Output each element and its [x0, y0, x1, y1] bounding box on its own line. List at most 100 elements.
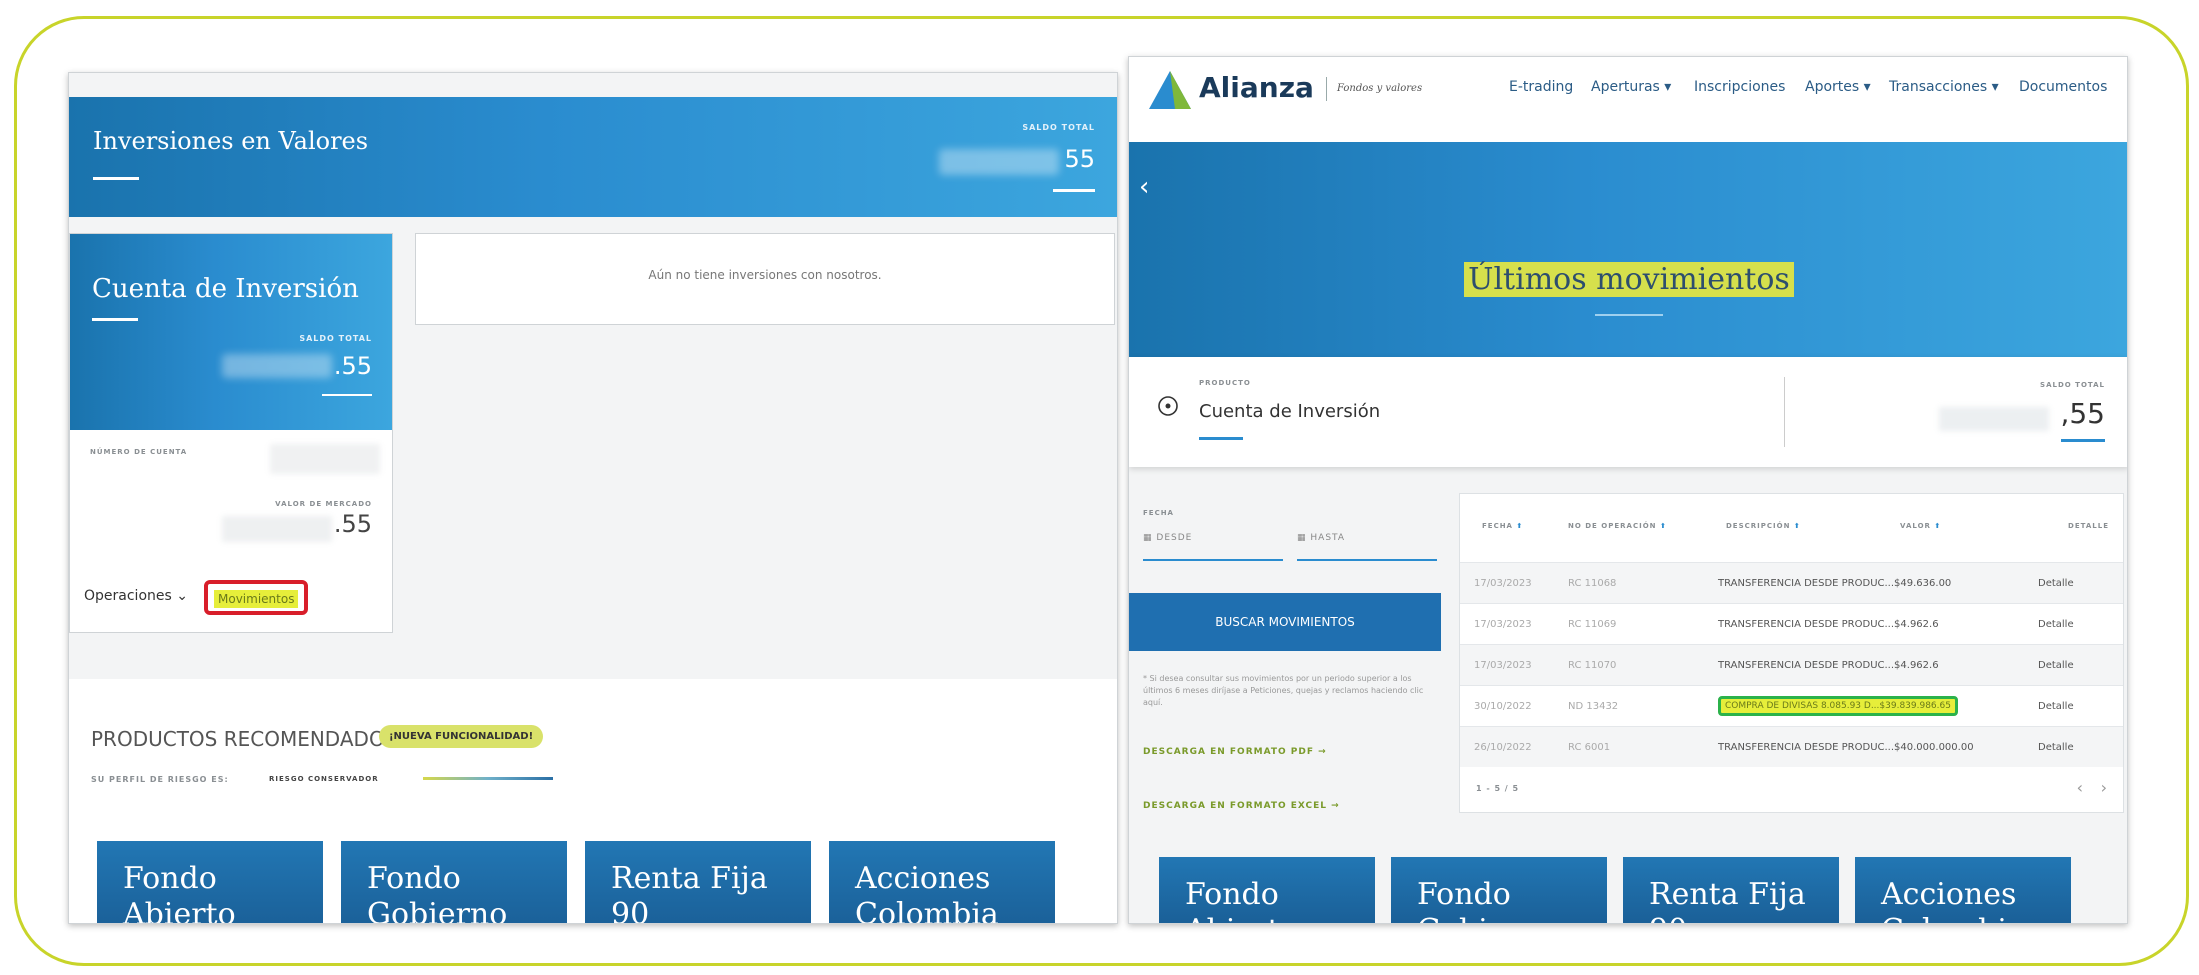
detalle-link[interactable]: Detalle [2018, 726, 2123, 767]
sort-up-icon: ⬆ [1516, 522, 1524, 530]
col-operacion-label: NO DE OPERACIÓN [1568, 522, 1657, 530]
product-card[interactable]: Fondo Gobierno Cash [1391, 857, 1607, 923]
next-page-icon[interactable]: › [2101, 778, 2107, 797]
account-card: Cuenta de Inversión SALDO TOTAL .55 NÚME… [69, 233, 393, 633]
cell-descripcion: TRANSFERENCIA DESDE PRODUC...$4.962.6 [1718, 644, 2018, 686]
download-excel-link[interactable]: DESCARGA EN FORMATO EXCEL → [1143, 801, 1340, 811]
header-saldo-value: 55 [1064, 145, 1095, 173]
product-card-title: Fondo Abierto [123, 861, 236, 924]
cell-descripcion: TRANSFERENCIA DESDE PRODUC...$40.000.000… [1718, 726, 2018, 767]
nav-documentos[interactable]: Documentos [2019, 79, 2107, 95]
col-operacion[interactable]: NO DE OPERACIÓN ⬆ [1568, 522, 1667, 530]
back-chevron-icon[interactable]: ‹ [1139, 172, 1149, 202]
table-row: 26/10/2022 RC 6001 TRANSFERENCIA DESDE P… [1460, 726, 2123, 767]
cell-operacion: ND 13432 [1560, 685, 1718, 727]
brand-tagline: Fondos y valores [1337, 83, 1423, 94]
recommended-products: PRODUCTOS RECOMENDADOS ¡NUEVA FUNCIONALI… [69, 679, 1117, 924]
product-summary-bar: PRODUCTO Cuenta de Inversión SALDO TOTAL… [1129, 357, 2127, 467]
cell-descripcion-highlight: COMPRA DE DIVISAS 8.085.93 D...$39.839.9… [1718, 685, 2018, 727]
product-card-title: Renta Fija 90 [1649, 877, 1806, 923]
fecha-label: FECHA [1143, 509, 1174, 517]
nav-transacciones[interactable]: Transacciones ▾ [1889, 79, 1999, 95]
cell-descripcion: TRANSFERENCIA DESDE PRODUC...$4.962.6 [1718, 603, 2018, 645]
product-card[interactable]: Renta Fija 90 [585, 841, 811, 923]
movimientos-link[interactable]: Movimientos [214, 590, 299, 608]
col-valor[interactable]: VALOR ⬆ [1900, 522, 1941, 530]
download-pdf-link[interactable]: DESCARGA EN FORMATO PDF → [1143, 747, 1327, 757]
desde-input[interactable]: ▦ DESDE [1143, 533, 1283, 561]
saldo-value: ,55 [2060, 397, 2105, 430]
product-card-title: Acciones Colombia [1881, 877, 2025, 923]
nav-etrading[interactable]: E-trading [1509, 79, 1573, 95]
col-detalle: DETALLE [2068, 522, 2109, 530]
account-card-header: Cuenta de Inversión SALDO TOTAL .55 [70, 234, 392, 430]
radio-target-icon[interactable] [1157, 395, 1179, 417]
product-card[interactable]: Fondo Gobierno Cash [341, 841, 567, 924]
alianza-logo-icon [1149, 71, 1191, 109]
hero-banner: ‹ Últimos movimientos [1129, 142, 2127, 362]
saldo-underline [1053, 189, 1095, 192]
nav-label: Aperturas [1591, 79, 1660, 95]
producto-underline [1199, 437, 1243, 440]
col-fecha-label: FECHA [1482, 522, 1513, 530]
cell-fecha: 17/03/2023 [1460, 603, 1560, 645]
saldo-label: SALDO TOTAL [2040, 381, 2105, 389]
account-saldo-value: .55 [333, 352, 372, 380]
hero-title: Últimos movimientos [1464, 262, 1794, 297]
operaciones-dropdown[interactable]: Operaciones ⌄ [84, 588, 188, 604]
movimientos-highlight[interactable]: Movimientos [204, 580, 309, 615]
product-card[interactable]: Renta Fija 90 [1623, 857, 1839, 923]
col-fecha[interactable]: FECHA ⬆ [1482, 522, 1523, 530]
risk-value: RIESGO CONSERVADOR [269, 775, 379, 783]
nav-aportes[interactable]: Aportes ▾ [1805, 79, 1871, 95]
brand-divider [1326, 77, 1327, 101]
col-descripcion-label: DESCRIPCIÓN [1726, 522, 1791, 530]
brand-name: Alianza [1199, 71, 1314, 104]
page-title: Inversiones en Valores [93, 127, 369, 155]
table-row: 17/03/2023 RC 11069 TRANSFERENCIA DESDE … [1460, 603, 2123, 645]
nav-label: Transacciones [1889, 79, 1988, 95]
buscar-movimientos-button[interactable]: BUSCAR MOVIMIENTOS [1129, 593, 1441, 651]
prev-page-icon[interactable]: ‹ [2077, 778, 2083, 797]
producto-value: Cuenta de Inversión [1199, 401, 1381, 422]
product-card[interactable]: Fondo Abierto [1159, 857, 1375, 923]
top-navbar: Alianza Fondos y valores E-trading Apert… [1129, 57, 2127, 142]
product-card[interactable]: Acciones Colombia [1855, 857, 2071, 923]
detalle-link[interactable]: Detalle [2018, 562, 2123, 604]
cell-fecha: 17/03/2023 [1460, 562, 1560, 604]
product-card[interactable]: Acciones Colombia [829, 841, 1055, 923]
chevron-down-icon: ⌄ [176, 588, 188, 604]
calendar-icon: ▦ [1143, 533, 1153, 543]
valor-mercado-value: .55 [333, 510, 372, 538]
nav-inscripciones[interactable]: Inscripciones [1694, 79, 1785, 95]
blurred-account-number [270, 444, 380, 474]
detalle-link[interactable]: Detalle [2018, 644, 2123, 686]
empty-investments-box: Aún no tiene inversiones con nosotros. [415, 233, 1115, 325]
hasta-placeholder: HASTA [1310, 533, 1345, 543]
cell-descripcion: TRANSFERENCIA DESDE PRODUC...$49.636.00 [1718, 562, 2018, 604]
right-screenshot-panel: Alianza Fondos y valores E-trading Apert… [1128, 56, 2128, 924]
risk-meter [423, 777, 553, 780]
product-card-title: Fondo Gobierno Cash [367, 861, 508, 924]
cell-fecha: 26/10/2022 [1460, 726, 1560, 767]
summary-divider [1784, 377, 1785, 447]
col-descripcion[interactable]: DESCRIPCIÓN ⬆ [1726, 522, 1801, 530]
cell-operacion: RC 11069 [1560, 603, 1718, 645]
sort-up-icon: ⬆ [1659, 522, 1667, 530]
col-valor-label: VALOR [1900, 522, 1931, 530]
caret-down-icon: ▾ [1664, 79, 1672, 95]
table-row: 30/10/2022 ND 13432 COMPRA DE DIVISAS 8.… [1460, 685, 2123, 727]
title-underline [93, 177, 139, 180]
nav-aperturas[interactable]: Aperturas ▾ [1591, 79, 1671, 95]
account-title: Cuenta de Inversión [92, 274, 359, 304]
calendar-icon: ▦ [1297, 533, 1307, 543]
caret-down-icon: ▾ [1863, 79, 1871, 95]
hasta-input[interactable]: ▦ HASTA [1297, 533, 1437, 561]
saldo-underline [2061, 439, 2105, 442]
cell-fecha: 30/10/2022 [1460, 685, 1560, 727]
blurred-market-value [222, 516, 332, 542]
highlighted-description: COMPRA DE DIVISAS 8.085.93 D...$39.839.9… [1718, 696, 1958, 716]
product-card[interactable]: Fondo Abierto [97, 841, 323, 924]
detalle-link[interactable]: Detalle [2018, 603, 2123, 645]
detalle-link[interactable]: Detalle [2018, 685, 2123, 727]
